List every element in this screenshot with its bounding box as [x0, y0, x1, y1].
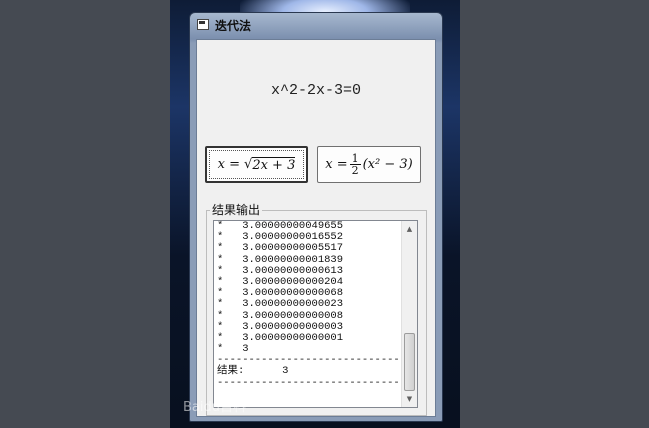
- list-item: * 3.00000000005517: [217, 242, 344, 255]
- half-square-iteration-button[interactable]: x = 1 2 (x² − 3): [317, 146, 421, 183]
- separator-line: ------------------------------: [217, 376, 407, 389]
- baidu-watermark: Baidu百科: [183, 400, 246, 415]
- button2-lhs: x =: [325, 157, 348, 172]
- list-item: * 3.00000000000008: [217, 309, 344, 322]
- list-item: * 3.00000000000023: [217, 298, 344, 311]
- output-listbox[interactable]: * 3.00000000049655 * 3.00000000016552 * …: [213, 220, 418, 408]
- app-window: 迭代法 x^2-2x-3=0 x = √ 2x + 3 x = 1 2 (x² −…: [189, 12, 443, 422]
- sqrt-iteration-button[interactable]: x = √ 2x + 3: [205, 146, 308, 183]
- client-area: x^2-2x-3=0 x = √ 2x + 3 x = 1 2 (x² − 3) …: [196, 39, 436, 417]
- scroll-up-arrow-icon[interactable]: ▲: [402, 221, 417, 237]
- app-window-icon: [197, 19, 209, 30]
- vertical-scrollbar[interactable]: ▲ ▼: [401, 221, 417, 407]
- equation-label: x^2-2x-3=0: [270, 82, 361, 99]
- sqrt-sign-icon: √: [244, 157, 253, 172]
- button1-lhs: x =: [217, 157, 241, 172]
- fraction-denominator: 2: [351, 164, 359, 177]
- result-line: 结果: 3: [217, 365, 289, 378]
- window-title: 迭代法: [215, 19, 252, 33]
- output-lines: * 3.00000000049655 * 3.00000000016552 * …: [217, 221, 406, 389]
- button2-rest: (x² − 3): [362, 157, 413, 172]
- output-group-label: 结果输出: [210, 201, 263, 218]
- title-bar[interactable]: 迭代法: [190, 13, 442, 37]
- button1-radicand: 2x + 3: [252, 156, 296, 173]
- scroll-down-arrow-icon[interactable]: ▼: [402, 391, 417, 407]
- scrollbar-thumb[interactable]: [404, 333, 415, 391]
- button2-fraction: 1 2: [349, 153, 361, 177]
